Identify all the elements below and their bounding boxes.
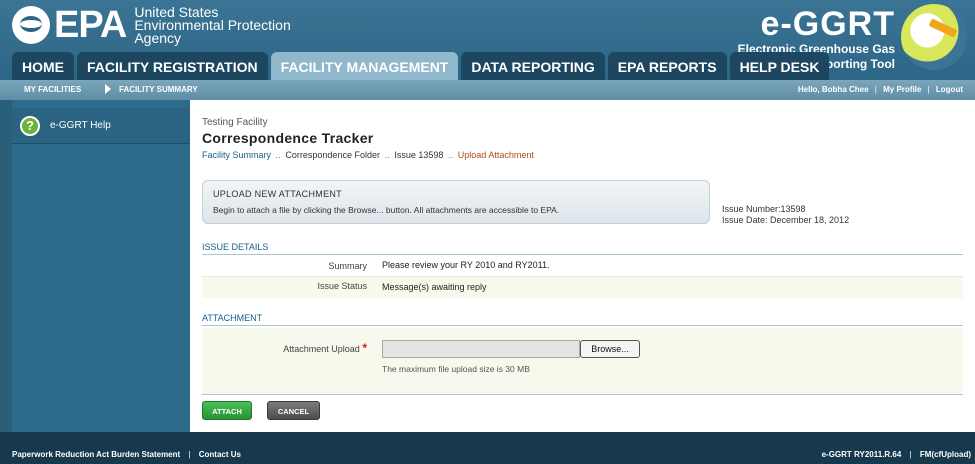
breadcrumb-issue[interactable]: Issue 13598 [394,150,443,160]
footer-links: Paperwork Reduction Act Burden Statement… [12,450,241,459]
breadcrumb-separator: ․․ [275,151,281,160]
upload-size-hint: The maximum file upload size is 30 MB [382,364,530,374]
hello-user: Hello, Bobha Chee [797,85,869,94]
separator: | [927,85,930,94]
separator: | [188,450,191,459]
required-marker: * [362,341,367,355]
subnav-my-facilities[interactable]: MY FACILITIES [24,85,81,94]
footer-version: e-GGRT RY2011.R.64 | FM(cfUpload) [822,450,971,459]
attachment-upload-label: Attachment Upload [283,344,360,354]
cancel-button[interactable]: CANCEL [267,401,320,420]
main-content: Testing Facility Correspondence Tracker … [190,100,975,432]
my-profile-link[interactable]: My Profile [883,85,921,94]
sidebar-item-help[interactable]: ? e-GGRT Help [12,108,190,144]
attachment-upload-label-wrap: Attachment Upload * [202,341,367,355]
breadcrumb-separator: ․․ [384,151,390,160]
tab-facility-registration[interactable]: FACILITY REGISTRATION [77,52,268,80]
status-value: Message(s) awaiting reply [382,282,487,292]
breadcrumb-correspondence-folder[interactable]: Correspondence Folder [285,150,380,160]
upload-instructions-box: UPLOAD NEW ATTACHMENT Begin to attach a … [202,180,710,224]
eggrt-title: e-GGRT [760,5,895,43]
facility-name: Testing Facility [202,117,268,128]
site-footer: Paperwork Reduction Act Burden Statement… [0,432,975,464]
user-links: Hello, Bobha Chee | My Profile | Logout [798,85,963,94]
subnav-facility-summary[interactable]: FACILITY SUMMARY [119,85,198,94]
help-icon: ? [20,115,40,136]
page-title: Correspondence Tracker [202,130,374,146]
site-header: EPA United States Environmental Protecti… [0,0,975,82]
attach-button[interactable]: ATTACH [202,401,252,420]
upload-box-title: UPLOAD NEW ATTACHMENT [213,189,342,199]
agency-line-3: Agency [134,30,182,46]
agency-name: United States Environmental Protection A… [134,5,290,46]
separator: | [874,85,877,94]
contact-us-link[interactable]: Contact Us [199,450,241,459]
sidebar-item-label: e-GGRT Help [50,120,111,131]
tab-data-reporting[interactable]: DATA REPORTING [461,52,605,80]
arrow-right-icon [105,84,111,94]
attachment-background [202,328,963,394]
file-path-input[interactable] [382,340,580,358]
issue-info: Issue Number:13598 Issue Date: December … [722,204,849,226]
pelican-logo-icon [901,4,967,70]
tab-epa-reports[interactable]: EPA REPORTS [607,52,727,80]
tab-facility-management[interactable]: FACILITY MANAGEMENT [270,52,459,80]
summary-label: Summary [328,261,367,271]
browse-button[interactable]: Browse... [580,340,640,358]
tab-help-desk[interactable]: HELP DESK [729,52,830,80]
main-tabs: HOME FACILITY REGISTRATION FACILITY MANA… [12,52,830,80]
epa-wordmark: EPA [54,3,127,46]
version-text: e-GGRT RY2011.R.64 [821,450,902,459]
form-divider [202,394,963,395]
upload-box-text: Begin to attach a file by clicking the B… [213,205,560,215]
issue-number: Issue Number:13598 [722,204,806,214]
breadcrumb: Facility Summary ․․ Correspondence Folde… [202,150,534,160]
tab-home[interactable]: HOME [12,52,74,80]
sub-navigation: MY FACILITIES FACILITY SUMMARY Hello, Bo… [0,80,975,100]
attachment-header: ATTACHMENT [202,313,963,326]
breadcrumb-separator: ․․ [447,151,454,160]
sidebar: ? e-GGRT Help [12,100,190,432]
epa-logo[interactable]: EPA United States Environmental Protecti… [12,4,291,45]
summary-value: Please review your RY 2010 and RY2011. [382,260,550,270]
issue-date: Issue Date: December 18, 2012 [722,215,850,225]
fm-text: FM(cfUpload) [919,450,971,459]
row-divider [202,276,963,277]
issue-details-header: ISSUE DETAILS [202,242,963,255]
logout-link[interactable]: Logout [936,85,963,94]
paperwork-link[interactable]: Paperwork Reduction Act Burden Statement [12,450,180,459]
breadcrumb-current: Upload Attachment [457,150,534,160]
epa-seal-icon [12,5,50,44]
status-label: Issue Status [317,281,367,291]
breadcrumb-facility-summary[interactable]: Facility Summary [202,150,271,160]
separator: | [909,450,912,459]
